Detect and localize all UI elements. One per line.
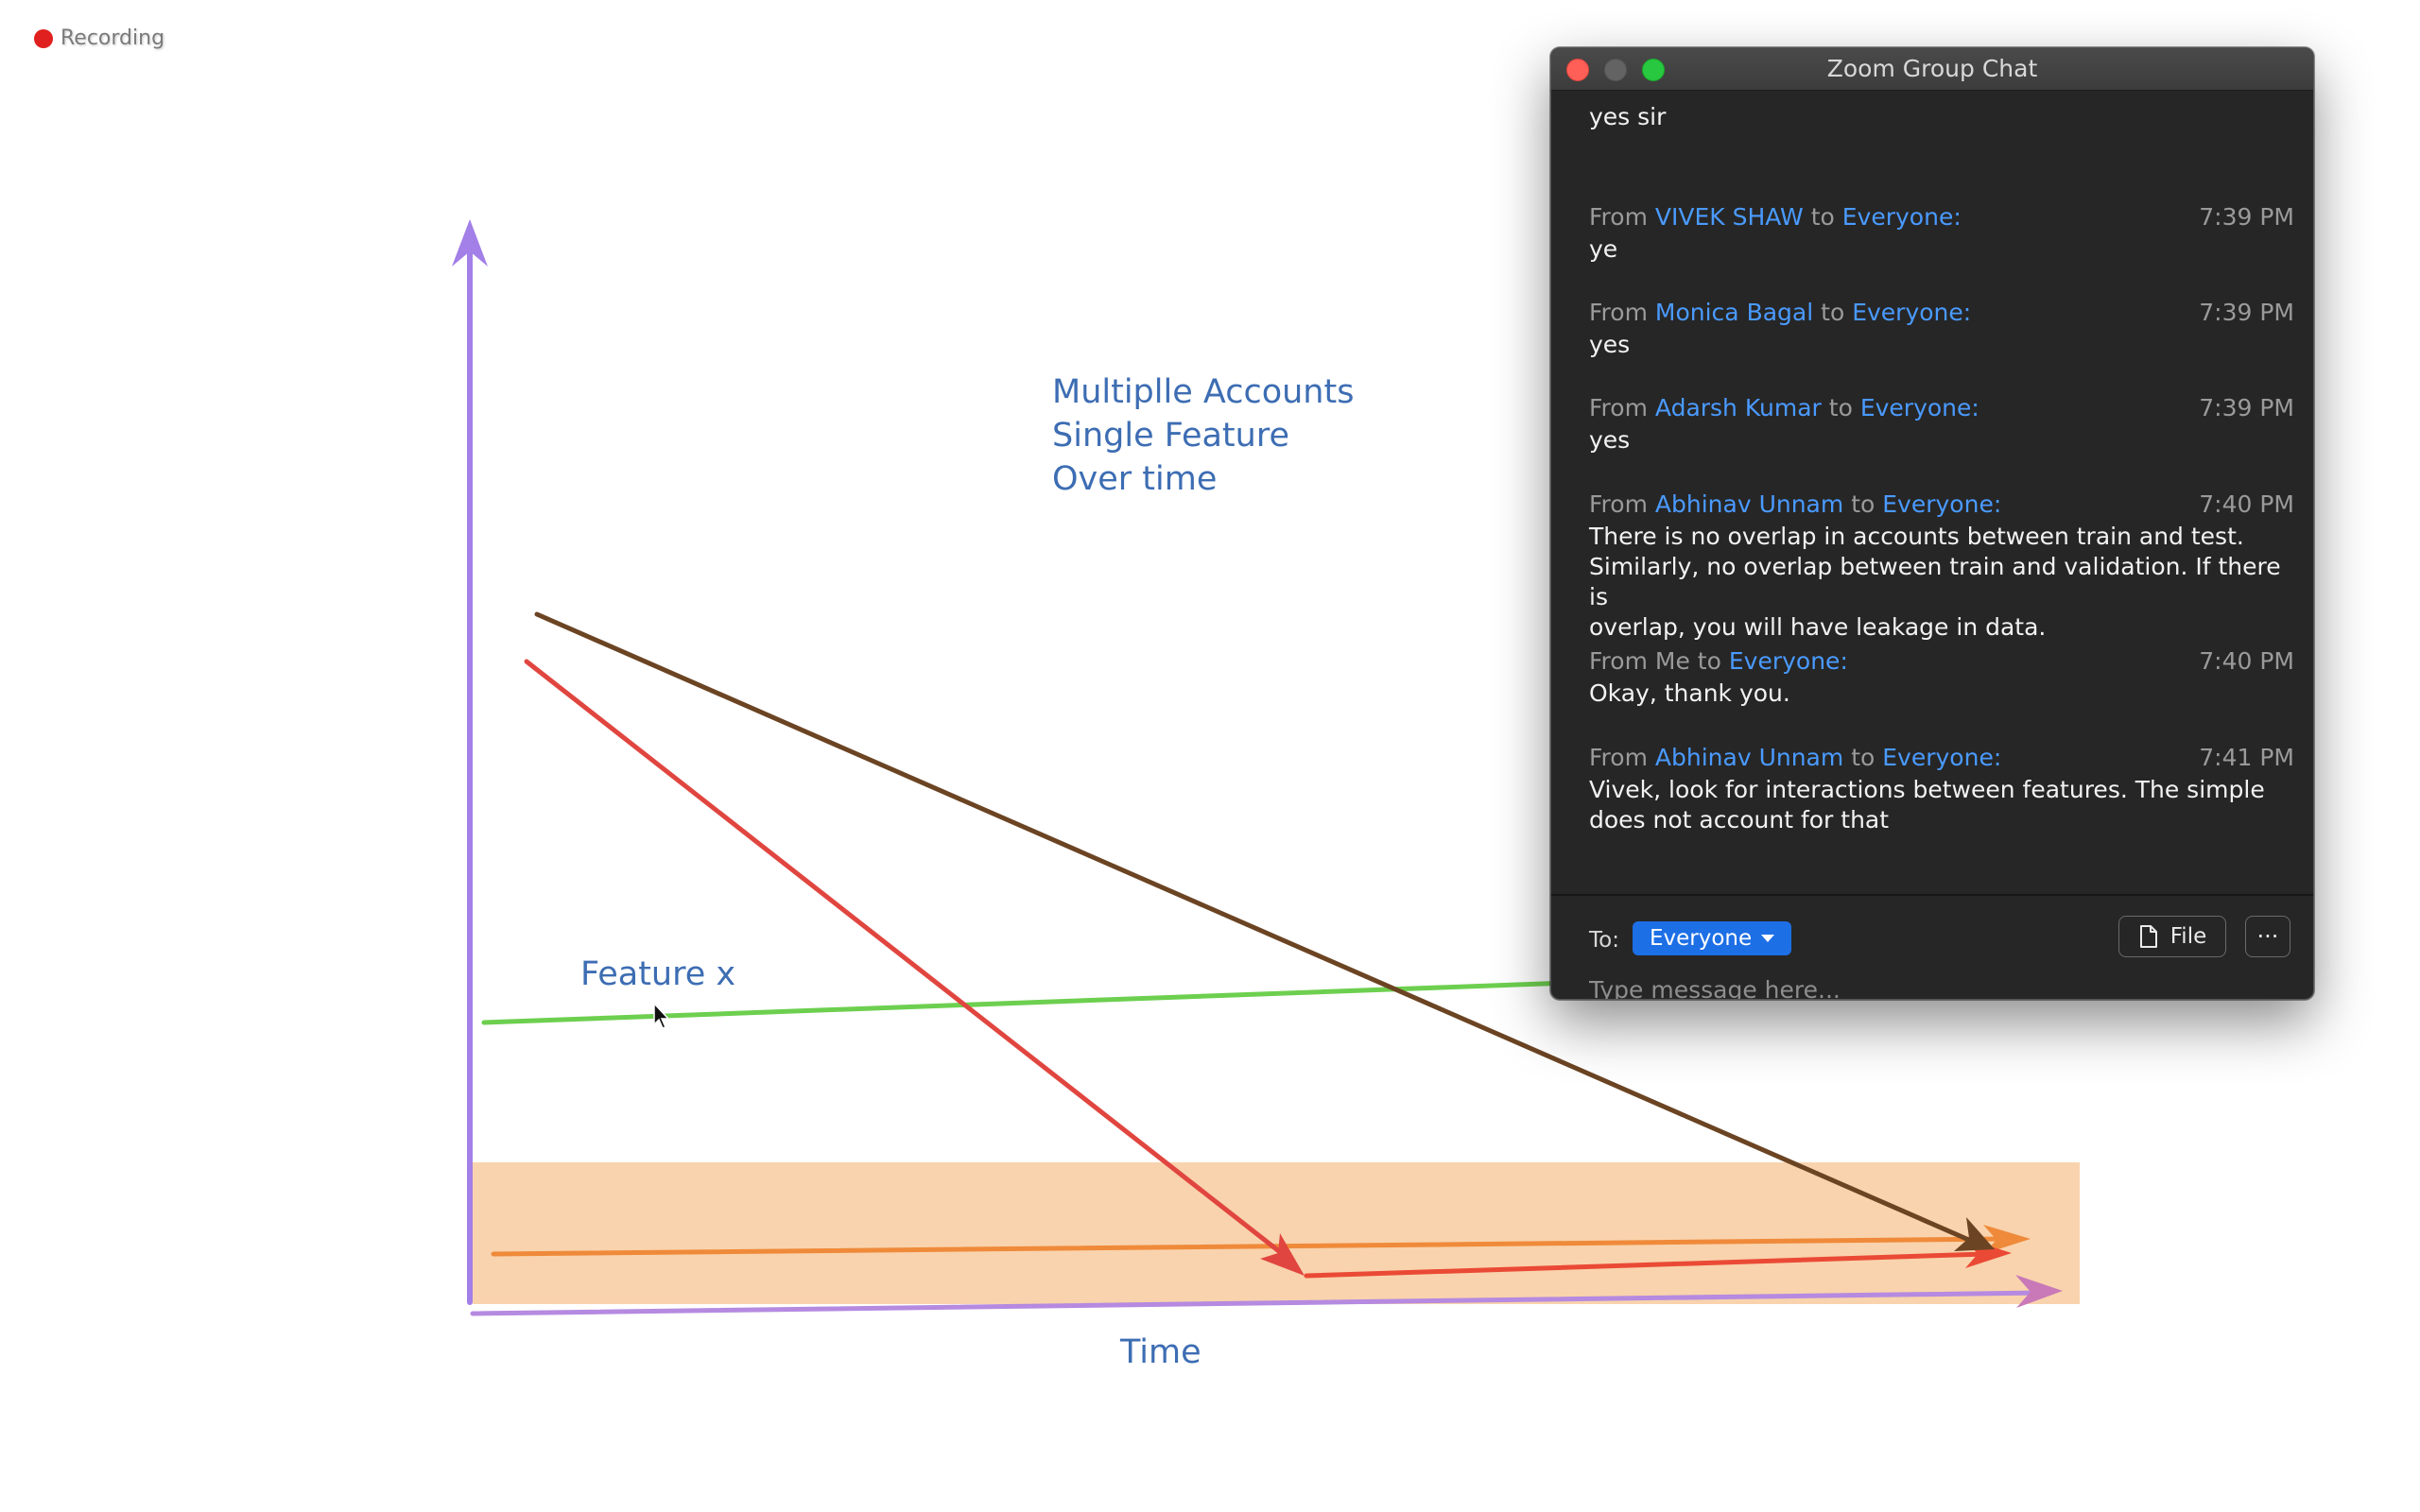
recipient-colon: :: [1953, 203, 1962, 231]
message-header: From Abhinav Unnam to Everyone: 7:41 PM: [1589, 741, 2294, 775]
recipient-name[interactable]: Everyone:: [1860, 394, 1979, 421]
message-line: Similarly, no overlap between train and …: [1589, 553, 2281, 610]
from-prefix: From: [1589, 299, 1648, 326]
message-time: 7:40 PM: [2199, 647, 2294, 675]
recipient-text: Everyone: [1841, 203, 1954, 231]
message-header: From Me to Everyone: 7:40 PM: [1589, 644, 2294, 679]
message-header: From Adarsh Kumar to Everyone: 7:39 PM: [1589, 391, 2294, 425]
sender-name[interactable]: VIVEK SHAW: [1655, 203, 1804, 231]
board-title-line-1: Multiplle Accounts: [1052, 373, 1355, 411]
to-word: to: [1851, 744, 1876, 771]
recipient-colon: :: [1993, 490, 2002, 518]
sender-name[interactable]: Abhinav Unnam: [1655, 490, 1843, 518]
message-input[interactable]: [1587, 970, 2253, 999]
message-header: From Abhinav Unnam to Everyone: 7:40 PM: [1589, 488, 2294, 522]
chat-message: From Me to Everyone: 7:40 PM Okay, thank…: [1589, 644, 2294, 709]
from-prefix: From Me: [1589, 647, 1690, 675]
chat-message: From Adarsh Kumar to Everyone: 7:39 PM y…: [1589, 391, 2294, 455]
maximize-window-button[interactable]: [1642, 59, 1665, 81]
recipient-text: Everyone: [1852, 299, 1963, 326]
message-line: yes: [1589, 331, 1631, 358]
compose-area: To: Everyone File ···: [1551, 896, 2313, 999]
message-text: ye: [1589, 234, 2294, 265]
chat-message: From Abhinav Unnam to Everyone: 7:41 PM …: [1589, 741, 2294, 835]
x-axis-label: Time: [1120, 1333, 1201, 1371]
message-header: From Monica Bagal to Everyone: 7:39 PM: [1589, 296, 2294, 330]
title-bar[interactable]: Zoom Group Chat: [1551, 48, 2313, 91]
from-prefix: From: [1589, 203, 1648, 231]
to-label: To:: [1589, 928, 1619, 953]
message-text: yes sir: [1589, 103, 1667, 130]
message-text: Okay, thank you.: [1589, 679, 2294, 709]
board-title: Multiplle Accounts Single Feature Over t…: [1052, 370, 1354, 501]
message-line: does not account for that: [1589, 806, 1890, 833]
to-word: to: [1697, 647, 1721, 675]
zoom-group-chat-window: Zoom Group Chat yes sir From VIVEK SHAW …: [1550, 47, 2314, 1000]
recipient-text: Everyone: [1859, 394, 1972, 421]
ellipsis-icon: ···: [2256, 923, 2279, 950]
recipient-name[interactable]: Everyone:: [1882, 490, 2001, 518]
message-line: Okay, thank you.: [1589, 679, 1790, 707]
file-button-label: File: [2169, 924, 2207, 949]
to-word: to: [1828, 394, 1853, 421]
recipient-dropdown-value: Everyone: [1650, 926, 1753, 951]
recipient-text: Everyone: [1728, 647, 1841, 675]
recipient-colon: :: [1993, 744, 2002, 771]
sender-name[interactable]: Adarsh Kumar: [1655, 394, 1822, 421]
chat-message: From Abhinav Unnam to Everyone: 7:40 PM …: [1589, 488, 2294, 643]
more-options-button[interactable]: ···: [2245, 916, 2290, 957]
recipient-dropdown[interactable]: Everyone: [1633, 921, 1792, 955]
message-header: From VIVEK SHAW to Everyone: 7:39 PM: [1589, 200, 2294, 234]
message-line: There is no overlap in accounts between …: [1589, 523, 2244, 550]
caret-down-icon: [1761, 935, 1775, 942]
file-button[interactable]: File: [2118, 916, 2226, 957]
recipient-colon: :: [1971, 394, 1979, 421]
message-line: overlap, you will have leakage in data.: [1589, 613, 2047, 641]
chat-message: From Monica Bagal to Everyone: 7:39 PM y…: [1589, 296, 2294, 360]
from-prefix: From: [1589, 490, 1648, 518]
message-time: 7:40 PM: [2199, 490, 2294, 518]
to-word: to: [1851, 490, 1876, 518]
to-word: to: [1821, 299, 1845, 326]
recipient-name[interactable]: Everyone:: [1842, 203, 1962, 231]
message-text: There is no overlap in accounts between …: [1589, 522, 2294, 643]
from-prefix: From: [1589, 394, 1648, 421]
feature-label: Feature x: [580, 955, 736, 993]
mouse-pointer-icon: [653, 1002, 670, 1029]
recipient-name[interactable]: Everyone:: [1882, 744, 2001, 771]
chat-message: From VIVEK SHAW to Everyone: 7:39 PM ye: [1589, 200, 2294, 265]
message-time: 7:41 PM: [2199, 744, 2294, 771]
document-icon: [2139, 925, 2157, 948]
recipient-text: Everyone: [1882, 744, 1994, 771]
chat-message-partial: yes sir: [1589, 102, 2294, 132]
sender-name[interactable]: Monica Bagal: [1655, 299, 1813, 326]
message-line: yes: [1589, 426, 1631, 454]
message-text: yes: [1589, 425, 2294, 455]
to-word: to: [1810, 203, 1835, 231]
message-text: Vivek, look for interactions between fea…: [1589, 775, 2294, 835]
message-time: 7:39 PM: [2199, 203, 2294, 231]
recipient-colon: :: [1962, 299, 1972, 326]
message-time: 7:39 PM: [2199, 394, 2294, 421]
sender-name[interactable]: Abhinav Unnam: [1655, 744, 1843, 771]
minimize-window-button[interactable]: [1604, 59, 1627, 81]
recipient-colon: :: [1840, 647, 1848, 675]
recipient-text: Everyone: [1882, 490, 1994, 518]
window-title: Zoom Group Chat: [1826, 55, 2038, 82]
recipient-name[interactable]: Everyone:: [1852, 299, 1971, 326]
message-time: 7:39 PM: [2199, 299, 2294, 326]
message-list[interactable]: yes sir From VIVEK SHAW to Everyone: 7:3…: [1551, 91, 2313, 894]
recipient-name[interactable]: Everyone:: [1729, 647, 1848, 675]
board-title-line-2: Single Feature: [1052, 417, 1289, 455]
message-text: yes: [1589, 330, 2294, 360]
message-line: Vivek, look for interactions between fea…: [1589, 776, 2265, 803]
close-window-button[interactable]: [1566, 59, 1589, 81]
from-prefix: From: [1589, 744, 1648, 771]
message-line: ye: [1589, 235, 1618, 263]
board-title-line-3: Over time: [1052, 460, 1218, 498]
